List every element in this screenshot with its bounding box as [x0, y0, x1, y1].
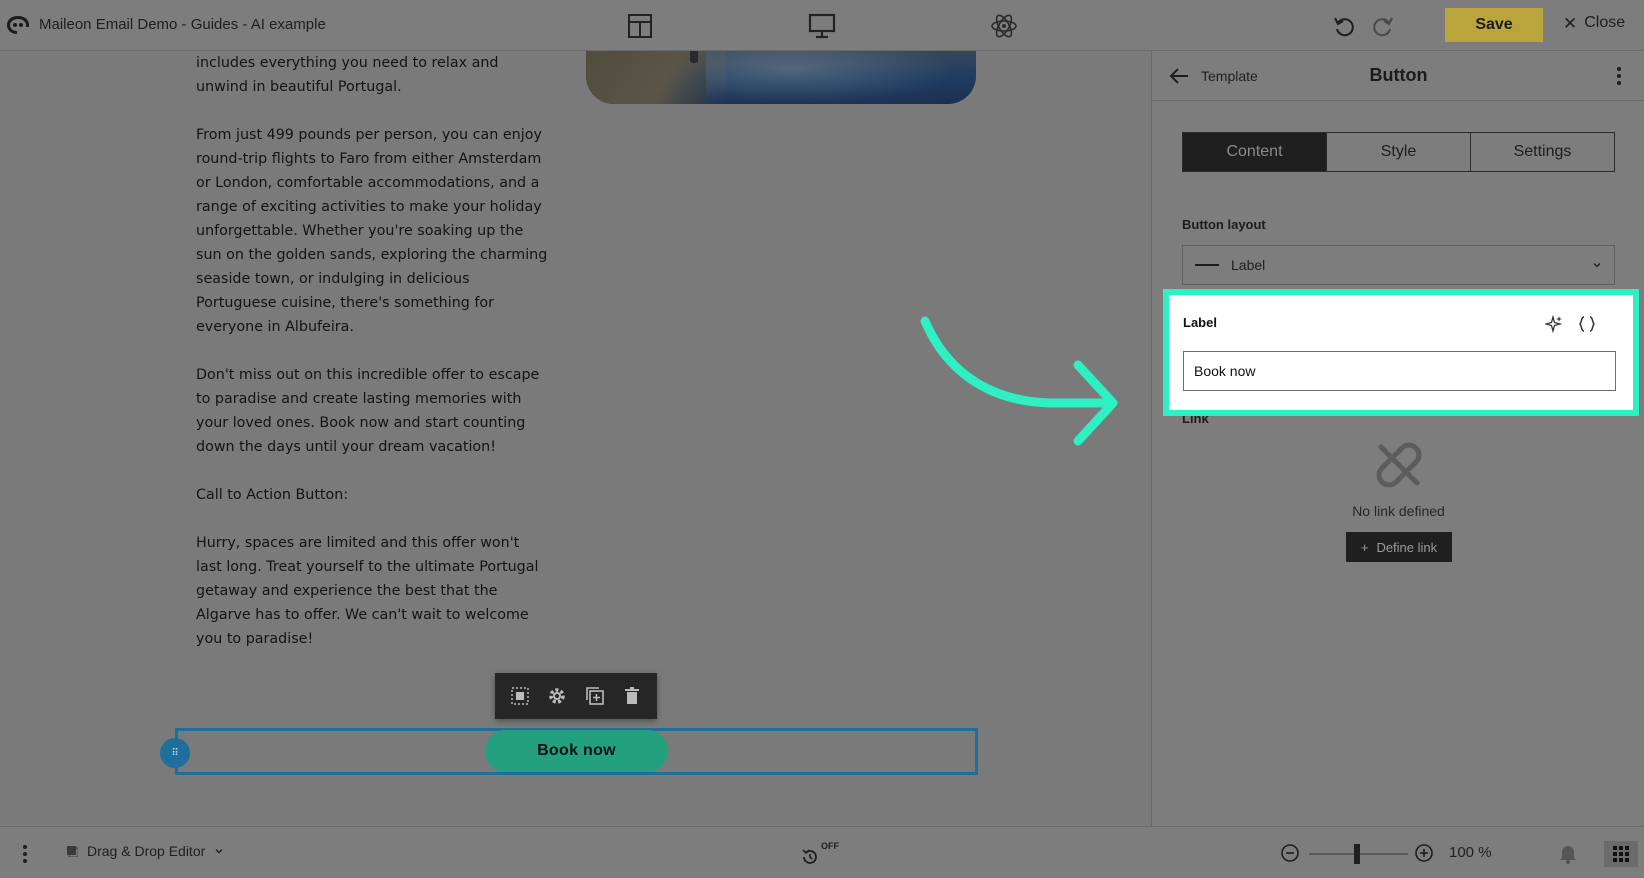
tab-style[interactable]: Style — [1327, 133, 1471, 171]
bell-icon[interactable] — [1557, 842, 1579, 864]
top-bar: Maileon Email Demo - Guides - AI example… — [0, 0, 1644, 51]
label-field-highlight: Label — [1163, 289, 1639, 416]
close-icon: ✕ — [1563, 13, 1578, 33]
redo-icon[interactable] — [1371, 14, 1395, 38]
app-title: Maileon Email Demo - Guides - AI example — [39, 16, 326, 33]
broken-link-icon — [1376, 442, 1422, 488]
hero-image-shore — [586, 51, 726, 104]
select-parent-icon[interactable] — [509, 685, 531, 707]
desktop-preview-icon[interactable] — [808, 12, 836, 40]
undo-icon[interactable] — [1332, 14, 1356, 38]
no-link-text: No link defined — [1352, 503, 1445, 519]
ai-sparkle-icon[interactable] — [1545, 315, 1563, 333]
email-canvas: includes everything you need to relax an… — [0, 51, 1151, 826]
autosave-state: OFF — [821, 841, 839, 851]
editor-label: Drag & Drop Editor — [87, 843, 206, 859]
panel-tabs: Content Style Settings — [1182, 132, 1615, 172]
zoom-value: 100 % — [1449, 844, 1492, 861]
close-label: Close — [1584, 14, 1626, 31]
zoom-in-icon[interactable] — [1414, 843, 1434, 863]
apps-grid-button[interactable] — [1604, 841, 1638, 867]
button-layout-select[interactable]: Label — [1182, 245, 1615, 285]
layout-icon[interactable] — [626, 12, 654, 40]
autosave-toggle[interactable]: OFF — [800, 841, 844, 867]
trash-icon[interactable] — [621, 685, 643, 707]
atom-icon[interactable] — [990, 12, 1018, 40]
label-layout-icon — [1195, 264, 1219, 266]
zoom-out-icon[interactable] — [1280, 843, 1300, 863]
paragraph: Hurry, spaces are limited and this offer… — [196, 535, 539, 647]
autosave-icon — [802, 849, 817, 864]
hero-image-person — [690, 51, 698, 63]
plus-icon: + — [1360, 539, 1369, 555]
label-input[interactable] — [1183, 351, 1616, 391]
element-toolbar — [495, 673, 657, 719]
editor-icon — [67, 846, 78, 857]
chevron-down-icon — [1593, 263, 1601, 268]
email-body-text[interactable]: includes everything you need to relax an… — [196, 51, 548, 675]
menu-dots-icon[interactable] — [21, 844, 29, 864]
bottom-bar: Drag & Drop Editor OFF 100 % — [0, 826, 1644, 878]
paragraph: Don't miss out on this incredible offer … — [196, 367, 540, 455]
button-layout-label: Button layout — [1182, 217, 1266, 232]
tab-content[interactable]: Content — [1183, 133, 1327, 171]
define-link-label: Define link — [1376, 539, 1438, 555]
more-options-icon[interactable] — [1614, 65, 1624, 87]
editor-selector[interactable]: Drag & Drop Editor — [66, 843, 224, 859]
pointer-arrow-icon — [920, 316, 1118, 446]
drag-handle-icon[interactable]: ⠿ — [160, 738, 190, 768]
panel-title: Button — [1369, 65, 1428, 85]
gear-icon[interactable] — [546, 685, 568, 707]
paragraph: Call to Action Button: — [196, 487, 349, 503]
panel-header: Template Button — [1152, 51, 1644, 101]
book-now-button[interactable]: Book now — [485, 730, 668, 772]
grid-icon — [1613, 846, 1629, 862]
label-field-label: Label — [1183, 315, 1217, 330]
personalization-braces-icon[interactable] — [1578, 315, 1596, 333]
close-button[interactable]: ✕ Close — [1563, 14, 1625, 32]
chevron-down-icon — [215, 849, 223, 854]
button-layout-value: Label — [1231, 257, 1266, 273]
save-button[interactable]: Save — [1445, 8, 1543, 42]
tab-settings[interactable]: Settings — [1471, 133, 1614, 171]
properties-panel: Template Button Content Style Settings B… — [1151, 51, 1644, 826]
define-link-button[interactable]: + Define link — [1346, 532, 1452, 562]
duplicate-icon[interactable] — [584, 685, 606, 707]
hero-image-wave — [706, 51, 976, 104]
logo-icon[interactable] — [6, 14, 30, 36]
paragraph: From just 499 pounds per person, you can… — [196, 127, 548, 335]
hero-image[interactable] — [586, 51, 976, 104]
paragraph: includes everything you need to relax an… — [196, 55, 499, 95]
zoom-slider-thumb[interactable] — [1354, 844, 1360, 864]
